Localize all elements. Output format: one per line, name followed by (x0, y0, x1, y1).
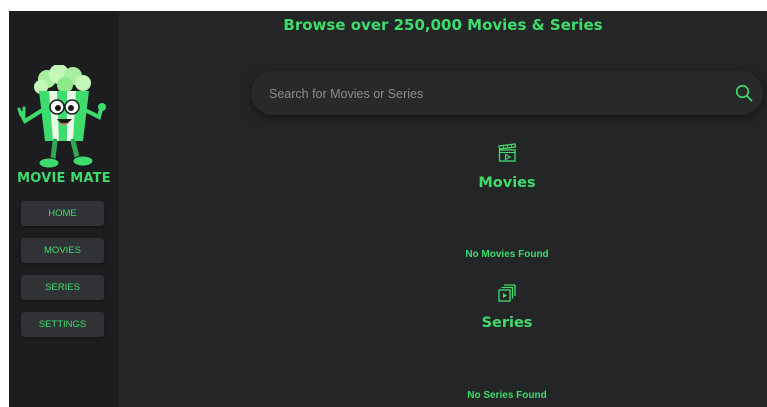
stacked-videos-icon (498, 284, 516, 302)
search-bar (251, 71, 763, 117)
sidebar-item-settings[interactable]: SETTINGS (21, 312, 104, 337)
series-empty-message: No Series Found (467, 390, 547, 401)
popcorn-mascot-icon (17, 65, 106, 169)
app-window: MOVIE MATE HOME MOVIES SERIES SETTINGS B… (9, 11, 767, 407)
search-icon[interactable] (735, 84, 753, 102)
page-headline: Browse over 250,000 Movies & Series (283, 16, 603, 34)
movies-section-title: Movies (478, 175, 536, 191)
sidebar-item-movies[interactable]: MOVIES (21, 238, 104, 263)
sidebar-item-series[interactable]: SERIES (21, 275, 104, 300)
movies-empty-message: No Movies Found (465, 249, 549, 260)
search-input[interactable] (267, 71, 711, 117)
series-section-title: Series (481, 315, 533, 331)
sidebar: MOVIE MATE HOME MOVIES SERIES SETTINGS (9, 11, 119, 407)
sidebar-item-home[interactable]: HOME (21, 201, 104, 226)
brand-name: MOVIE MATE (17, 171, 111, 186)
clapperboard-icon (498, 143, 517, 162)
